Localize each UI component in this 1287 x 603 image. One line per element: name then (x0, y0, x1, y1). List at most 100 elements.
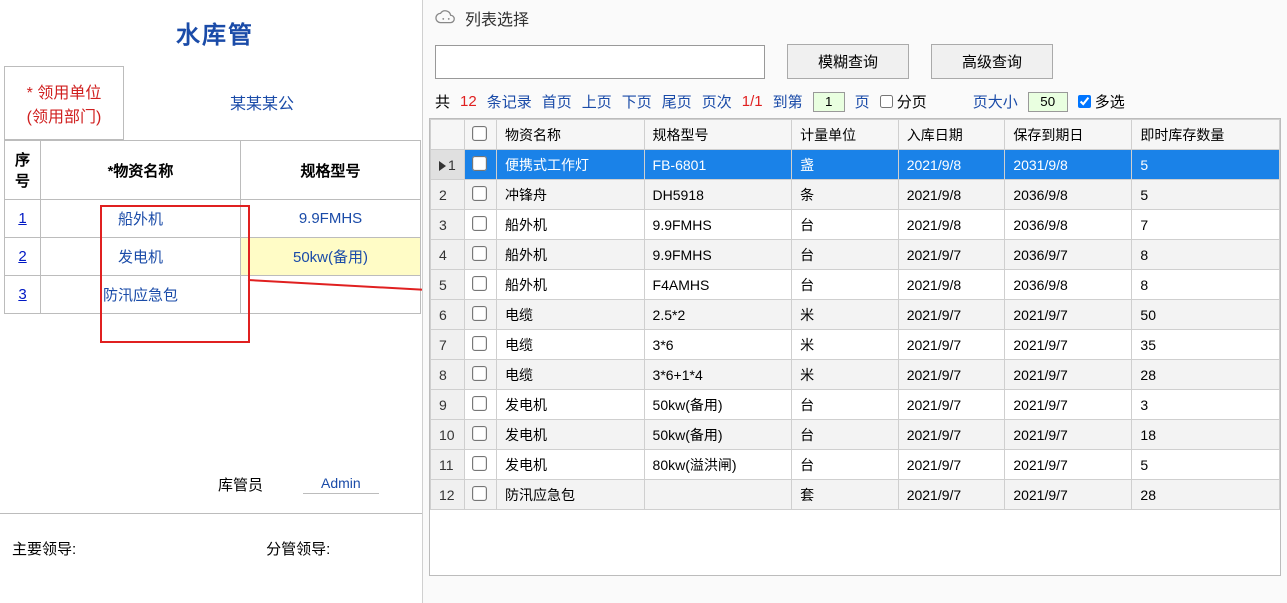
next-page-link[interactable]: 下页 (622, 91, 652, 112)
row-checkbox[interactable] (472, 456, 487, 471)
seq-cell[interactable]: 1 (5, 200, 41, 238)
row-checkbox[interactable] (472, 426, 487, 441)
grid-row[interactable]: 6电缆2.5*2米2021/9/72021/9/750 (431, 300, 1280, 330)
leader-sub-label: 分管领导: (266, 538, 330, 559)
cell-expire: 2021/9/7 (1005, 420, 1132, 450)
cell-expire: 2036/9/8 (1005, 210, 1132, 240)
col-name-header: *物资名称 (41, 141, 241, 200)
spec-cell[interactable]: 9.9FMHS (241, 200, 421, 238)
goto-label: 到第 (773, 91, 803, 112)
cell-indate: 2021/9/8 (898, 150, 1005, 180)
multi-select-checkbox[interactable] (1078, 95, 1091, 108)
row-checkbox[interactable] (472, 216, 487, 231)
name-cell[interactable]: 发电机 (41, 238, 241, 276)
cell-stock: 28 (1132, 360, 1280, 390)
cell-indate: 2021/9/8 (898, 210, 1005, 240)
col-spec-header[interactable]: 规格型号 (644, 120, 792, 150)
col-expire-header[interactable]: 保存到期日 (1005, 120, 1132, 150)
cell-spec: DH5918 (644, 180, 792, 210)
grid-row[interactable]: 10发电机50kw(备用)台2021/9/72021/9/718 (431, 420, 1280, 450)
col-rownum-header (431, 120, 465, 150)
grid-row[interactable]: 5船外机F4AMHS台2021/9/82036/9/88 (431, 270, 1280, 300)
cell-stock: 8 (1132, 240, 1280, 270)
row-check-cell[interactable] (465, 300, 497, 330)
multi-select-label[interactable]: 多选 (1078, 91, 1125, 112)
row-checkbox[interactable] (472, 336, 487, 351)
col-indate-header[interactable]: 入库日期 (898, 120, 1005, 150)
row-checkbox[interactable] (472, 156, 487, 171)
row-check-cell[interactable] (465, 330, 497, 360)
paging-checkbox[interactable] (880, 95, 893, 108)
grid-row[interactable]: 3船外机9.9FMHS台2021/9/82036/9/87 (431, 210, 1280, 240)
row-check-cell[interactable] (465, 240, 497, 270)
col-name-header[interactable]: 物资名称 (497, 120, 645, 150)
seq-cell[interactable]: 2 (5, 238, 41, 276)
grid-row[interactable]: 12防汛应急包套2021/9/72021/9/728 (431, 480, 1280, 510)
row-checkbox[interactable] (472, 396, 487, 411)
row-checkbox[interactable] (472, 186, 487, 201)
cell-name: 船外机 (497, 240, 645, 270)
prev-page-link[interactable]: 上页 (582, 91, 612, 112)
cell-spec (644, 480, 792, 510)
cell-spec: 50kw(备用) (644, 420, 792, 450)
page-ratio: 1/1 (742, 93, 763, 110)
row-check-cell[interactable] (465, 390, 497, 420)
name-cell[interactable]: 防汛应急包 (41, 276, 241, 314)
cell-unit: 盏 (792, 150, 899, 180)
grid-row[interactable]: 8电缆3*6+1*4米2021/9/72021/9/728 (431, 360, 1280, 390)
col-check-header[interactable] (465, 120, 497, 150)
col-unit-header[interactable]: 计量单位 (792, 120, 899, 150)
grid-row[interactable]: 7电缆3*6米2021/9/72021/9/735 (431, 330, 1280, 360)
first-page-link[interactable]: 首页 (542, 91, 572, 112)
row-checkbox[interactable] (472, 246, 487, 261)
goto-page-input[interactable] (813, 92, 845, 112)
fuzzy-search-button[interactable]: 模糊查询 (787, 44, 909, 79)
cell-unit: 米 (792, 330, 899, 360)
row-check-cell[interactable] (465, 480, 497, 510)
seq-cell[interactable]: 3 (5, 276, 41, 314)
cell-unit: 台 (792, 390, 899, 420)
cell-indate: 2021/9/7 (898, 480, 1005, 510)
paging-checkbox-label[interactable]: 分页 (880, 91, 927, 112)
grid-row[interactable]: 1便携式工作灯FB-6801盏2021/9/82031/9/85 (431, 150, 1280, 180)
keeper-row: 库管员 Admin (0, 474, 430, 495)
page-size-input[interactable] (1028, 92, 1068, 112)
paging-bar: 共 12 条记录 首页 上页 下页 尾页 页次 1/1 到第 页 分页 页大小 … (423, 87, 1287, 118)
select-all-checkbox[interactable] (472, 126, 487, 141)
form-row[interactable]: 1船外机9.9FMHS (5, 200, 421, 238)
cell-unit: 条 (792, 180, 899, 210)
data-grid: 物资名称 规格型号 计量单位 入库日期 保存到期日 即时库存数量 1便携式工作灯… (430, 119, 1280, 510)
grid-wrapper[interactable]: 物资名称 规格型号 计量单位 入库日期 保存到期日 即时库存数量 1便携式工作灯… (429, 118, 1281, 576)
search-input[interactable] (435, 45, 765, 79)
page-title: 水库管 (0, 0, 430, 60)
cell-expire: 2036/9/8 (1005, 270, 1132, 300)
cell-stock: 50 (1132, 300, 1280, 330)
advanced-search-button[interactable]: 高级查询 (931, 44, 1053, 79)
last-page-link[interactable]: 尾页 (662, 91, 692, 112)
row-check-cell[interactable] (465, 210, 497, 240)
name-cell[interactable]: 船外机 (41, 200, 241, 238)
grid-row[interactable]: 11发电机80kw(溢洪闸)台2021/9/72021/9/75 (431, 450, 1280, 480)
lingdanwei-line2: (领用部门) (15, 103, 113, 127)
cell-expire: 2036/9/7 (1005, 240, 1132, 270)
row-checkbox[interactable] (472, 366, 487, 381)
row-check-cell[interactable] (465, 450, 497, 480)
cell-name: 便携式工作灯 (497, 150, 645, 180)
row-check-cell[interactable] (465, 270, 497, 300)
cell-name: 电缆 (497, 360, 645, 390)
grid-row[interactable]: 2冲锋舟DH5918条2021/9/82036/9/85 (431, 180, 1280, 210)
row-checkbox[interactable] (472, 486, 487, 501)
search-row: 模糊查询 高级查询 (423, 36, 1287, 87)
cell-stock: 35 (1132, 330, 1280, 360)
page-index-label: 页次 (702, 91, 732, 112)
grid-row[interactable]: 4船外机9.9FMHS台2021/9/72036/9/78 (431, 240, 1280, 270)
row-checkbox[interactable] (472, 306, 487, 321)
row-check-cell[interactable] (465, 360, 497, 390)
cell-expire: 2021/9/7 (1005, 330, 1132, 360)
col-stock-header[interactable]: 即时库存数量 (1132, 120, 1280, 150)
grid-row[interactable]: 9发电机50kw(备用)台2021/9/72021/9/73 (431, 390, 1280, 420)
row-checkbox[interactable] (472, 276, 487, 291)
row-check-cell[interactable] (465, 420, 497, 450)
row-check-cell[interactable] (465, 180, 497, 210)
row-check-cell[interactable] (465, 150, 497, 180)
